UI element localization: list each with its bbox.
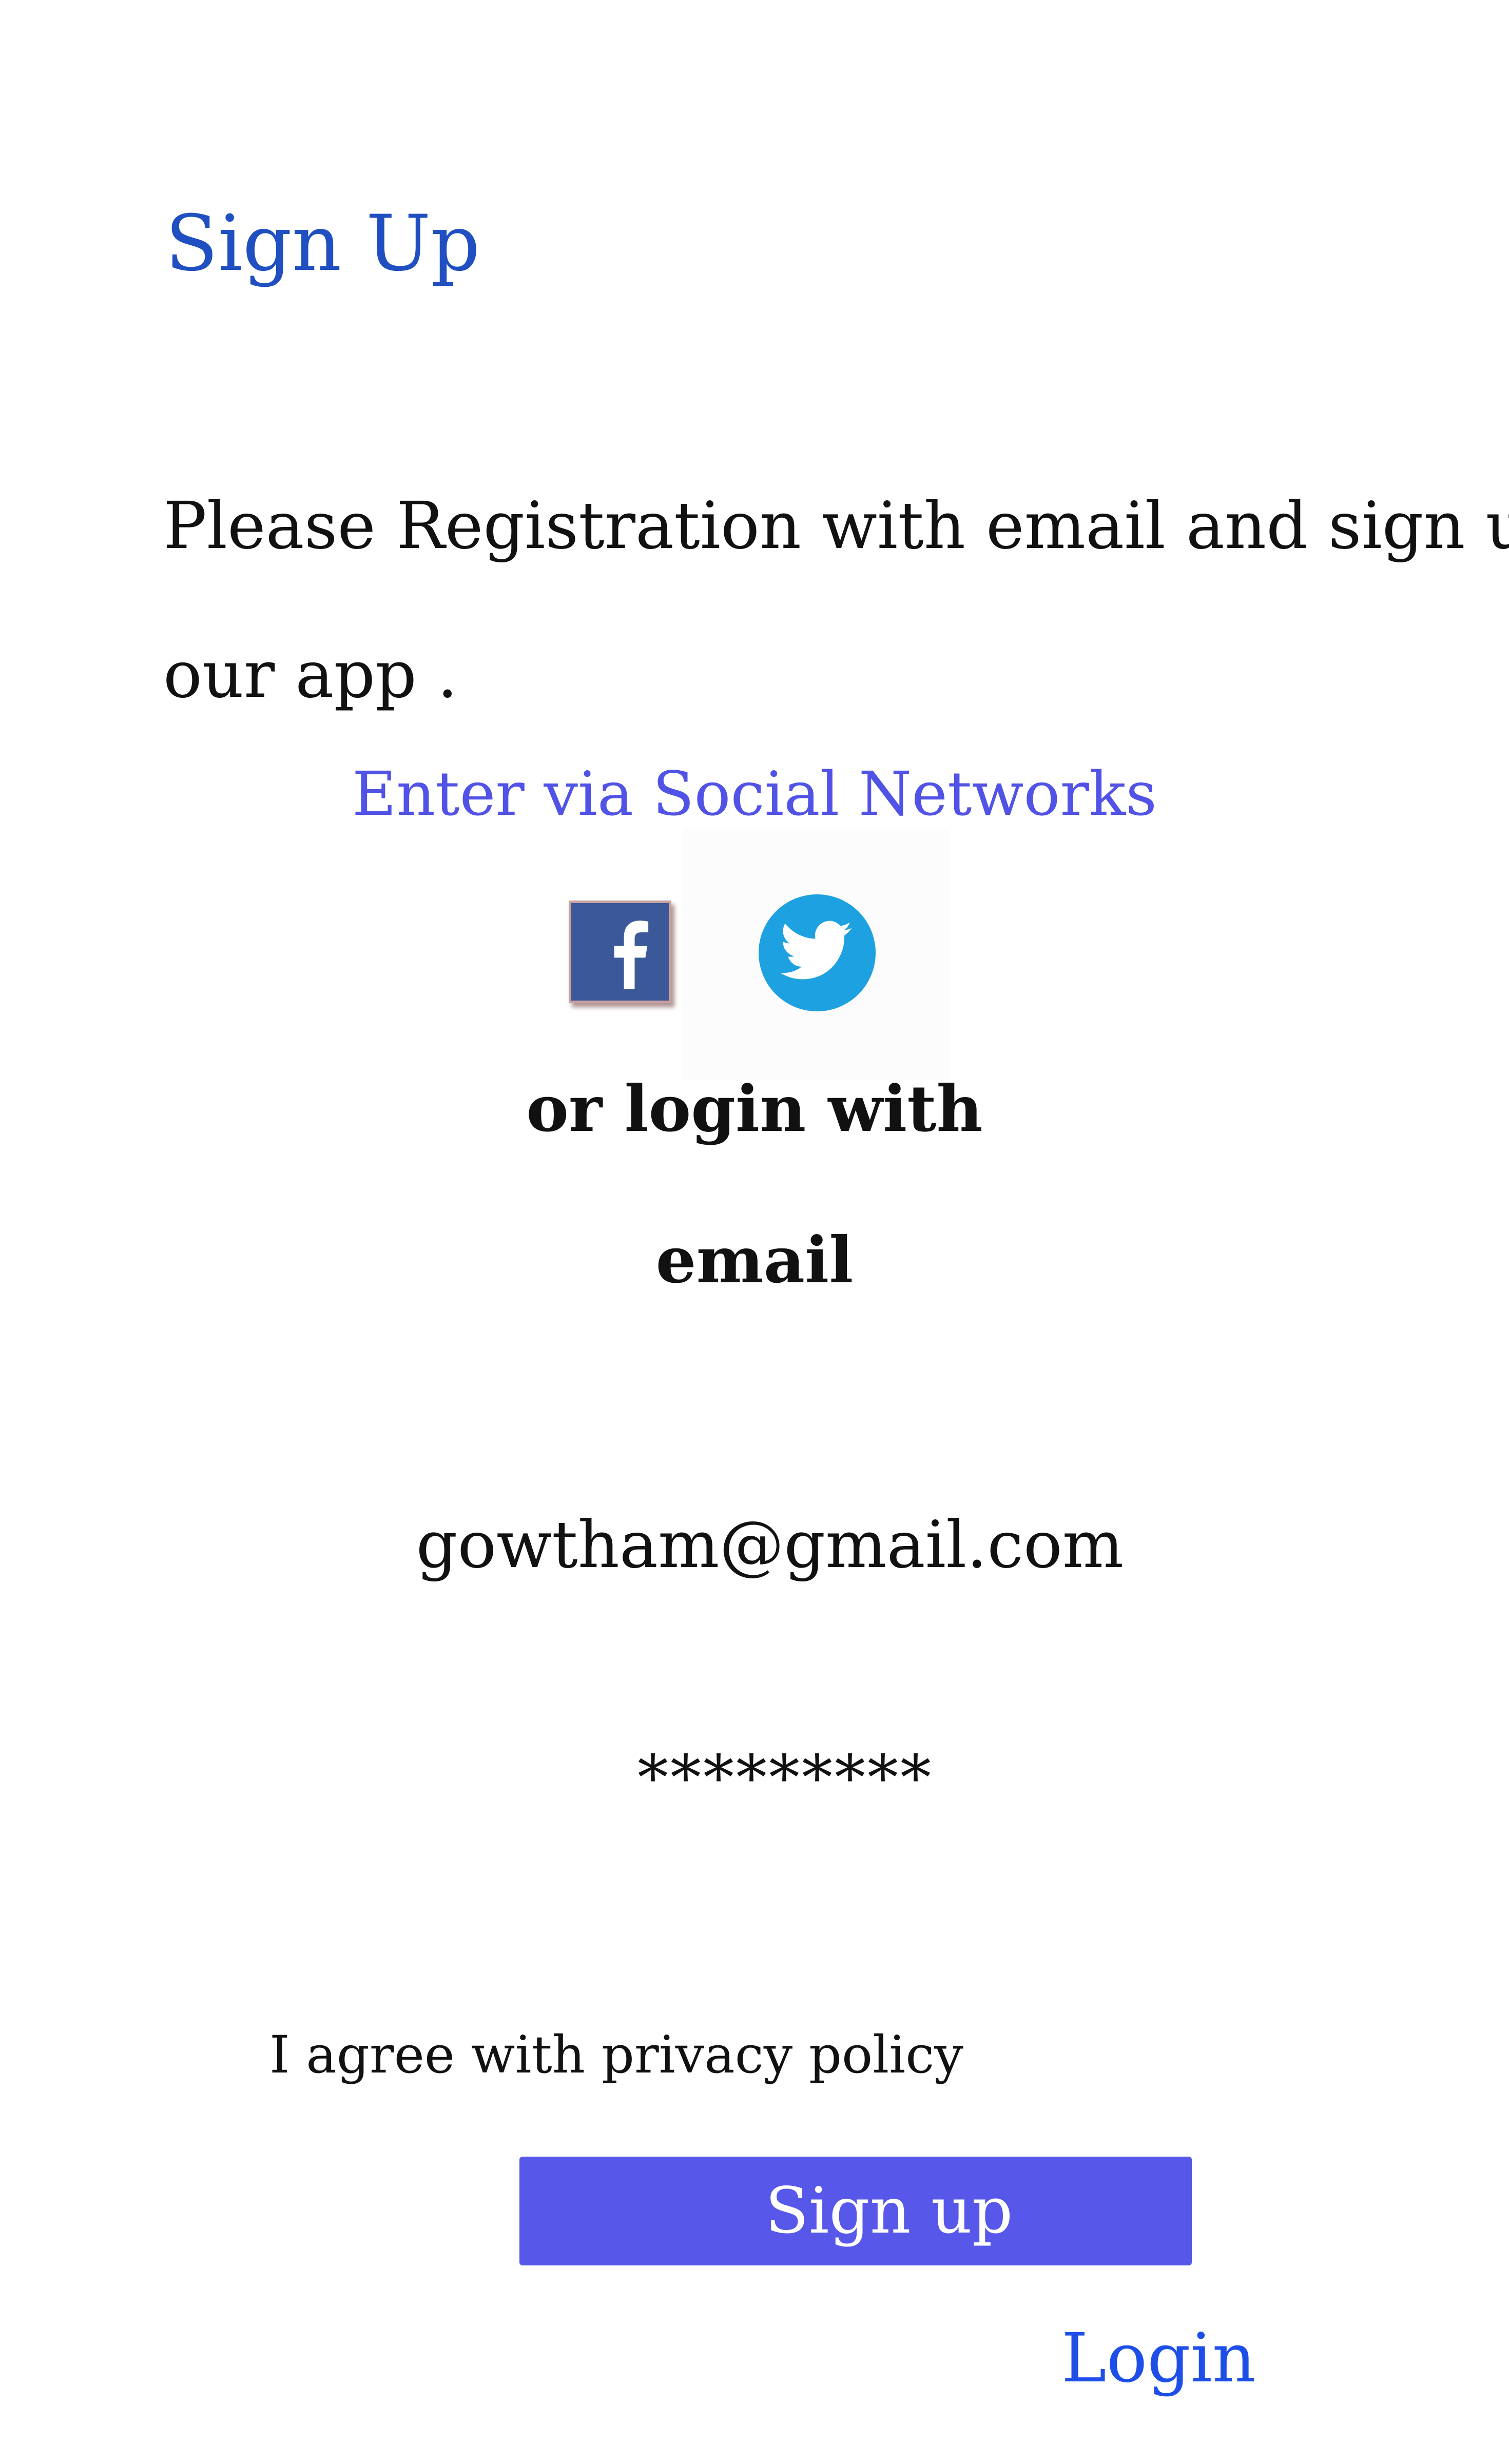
login-link[interactable]: Login: [1061, 2324, 1256, 2392]
twitter-login-button[interactable]: [683, 829, 950, 1080]
password-field[interactable]: [513, 1739, 1057, 1816]
sign-up-button[interactable]: Sign up: [519, 2157, 1192, 2265]
social-networks-heading: Enter via Social Networks: [352, 758, 1157, 829]
or-login-with-label: or login with: [526, 1072, 983, 1146]
page-title: Sign Up: [165, 199, 480, 288]
facebook-login-button[interactable]: [569, 901, 671, 1003]
facebook-icon: [571, 903, 669, 1001]
twitter-icon: [759, 894, 876, 1011]
email-label: email: [655, 1223, 854, 1298]
intro-line-1: Please Registration with email and sign …: [163, 488, 1509, 563]
intro-text: Please Registration with email and sign …: [163, 452, 1509, 749]
privacy-policy-agree-checkbox[interactable]: I agree with privacy policy: [269, 2029, 963, 2081]
intro-line-2: our app .: [163, 637, 458, 712]
email-field[interactable]: [359, 1498, 1181, 1591]
